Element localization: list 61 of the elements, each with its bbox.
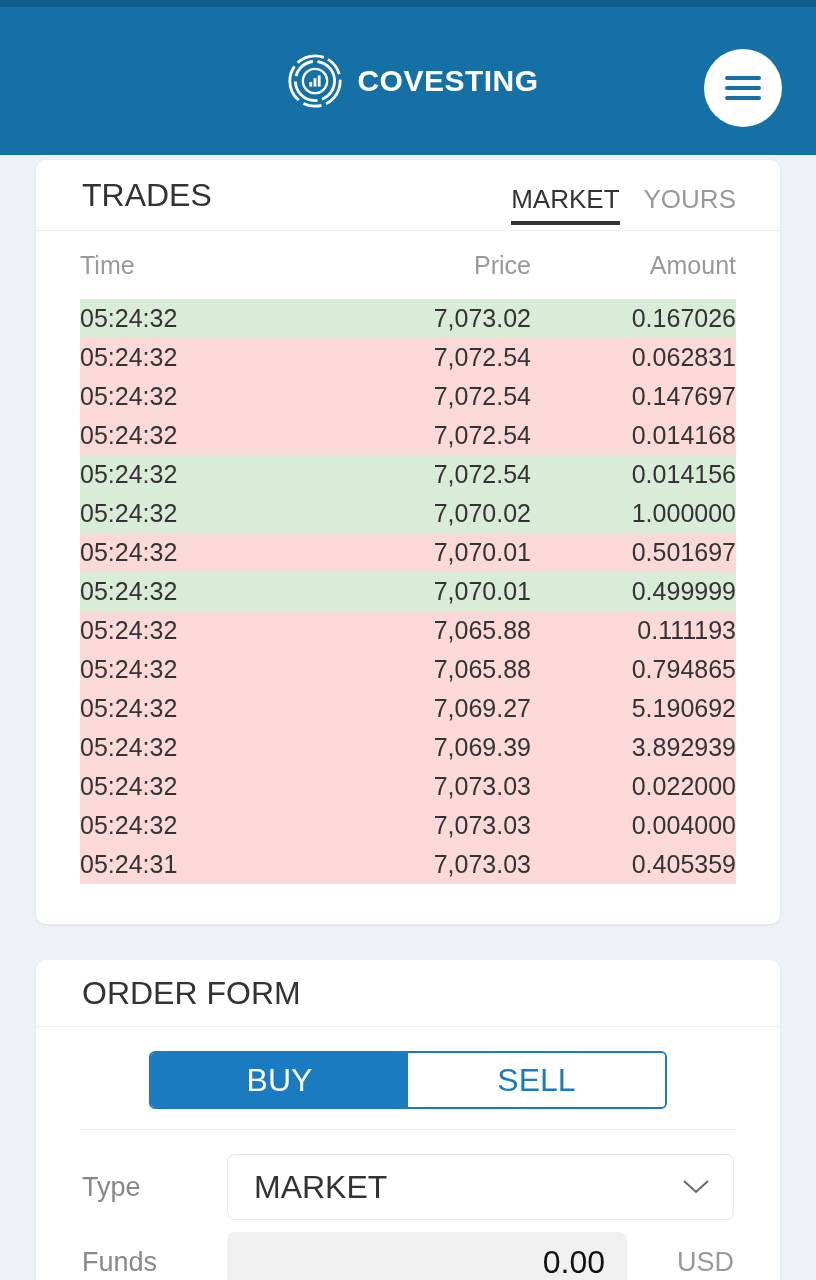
- amount-cell-text: 0.405359: [630, 850, 736, 879]
- price-cell-text: 7,073.03: [432, 772, 531, 801]
- amount-cell-text: 0.111193: [636, 616, 736, 645]
- price-cell-text: 7,073.03: [432, 811, 531, 840]
- field-label: Funds: [82, 1246, 159, 1278]
- time-cell-text: 05:24:32: [80, 733, 179, 762]
- time-cell-text: 05:24:32: [80, 811, 179, 840]
- column-header: Amount: [648, 250, 736, 280]
- card-title: TRADES: [82, 176, 212, 214]
- time-cell-text: 05:24:32: [80, 772, 179, 801]
- amount-cell-text: 0.499999: [630, 577, 736, 606]
- price-cell-text: 7,065.88: [432, 655, 531, 684]
- amount-cell-text: 0.004000: [630, 811, 736, 840]
- time-cell-text: 05:24:31: [80, 850, 179, 879]
- price-cell-text: 7,065.88: [432, 616, 531, 645]
- amount-cell-text: 0.794865: [630, 655, 736, 684]
- amount-cell-text: 3.892939: [630, 733, 736, 762]
- price-cell-text: 7,073.02: [432, 304, 531, 333]
- amount-cell-text: 0.022000: [630, 772, 736, 801]
- amount-cell-text: 0.014156: [630, 460, 736, 489]
- time-cell-text: 05:24:32: [80, 421, 179, 450]
- price-cell-text: 7,069.27: [432, 694, 531, 723]
- time-cell-text: 05:24:32: [80, 694, 179, 723]
- column-header: Time: [80, 250, 136, 280]
- menu-icon: [725, 76, 761, 100]
- column-header: Price: [473, 250, 531, 280]
- funds-field[interactable]: 0.00: [227, 1232, 627, 1280]
- price-cell-text: 7,072.54: [432, 460, 531, 489]
- amount-cell-text: 0.167026: [630, 304, 736, 333]
- amount-cell-text: 1.000000: [630, 499, 736, 528]
- time-cell-text: 05:24:32: [80, 655, 179, 684]
- unit-label: USD: [677, 1246, 734, 1278]
- price-cell-text: 7,069.39: [432, 733, 531, 762]
- amount-cell-text: 5.190692: [630, 694, 736, 723]
- field-label: Type: [82, 1171, 142, 1203]
- price-cell-text: 7,070.01: [432, 538, 531, 567]
- type-select[interactable]: MARKET: [227, 1154, 734, 1220]
- price-cell-text: 7,070.02: [432, 499, 531, 528]
- time-cell-text: 05:24:32: [80, 304, 179, 333]
- time-cell-text: 05:24:32: [80, 460, 179, 489]
- price-cell-text: 7,072.54: [432, 421, 531, 450]
- amount-cell-text: 0.501697: [630, 538, 736, 567]
- logo-icon: [287, 53, 344, 109]
- tab[interactable]: MARKET: [511, 175, 620, 225]
- price-cell-text: 7,070.01: [432, 577, 531, 606]
- time-cell-text: 05:24:32: [80, 538, 179, 567]
- amount-cell-text: 0.014168: [630, 421, 736, 450]
- time-cell-text: 05:24:32: [80, 499, 179, 528]
- price-cell-text: 7,073.03: [432, 850, 531, 879]
- time-cell-text: 05:24:32: [80, 577, 179, 606]
- card-title: ORDER FORM: [82, 974, 301, 1012]
- amount-cell-text: 0.147697: [630, 382, 736, 411]
- side-toggle-button[interactable]: BUY: [151, 1053, 408, 1107]
- amount-cell-text: 0.062831: [630, 343, 736, 372]
- chevron-down-icon: [683, 1180, 709, 1194]
- price-cell-text: 7,072.54: [432, 382, 531, 411]
- time-cell-text: 05:24:32: [80, 343, 179, 372]
- time-cell-text: 05:24:32: [80, 382, 179, 411]
- time-cell-text: 05:24:32: [80, 616, 179, 645]
- brand-name: COVESTING: [357, 64, 539, 98]
- price-cell-text: 7,072.54: [432, 343, 531, 372]
